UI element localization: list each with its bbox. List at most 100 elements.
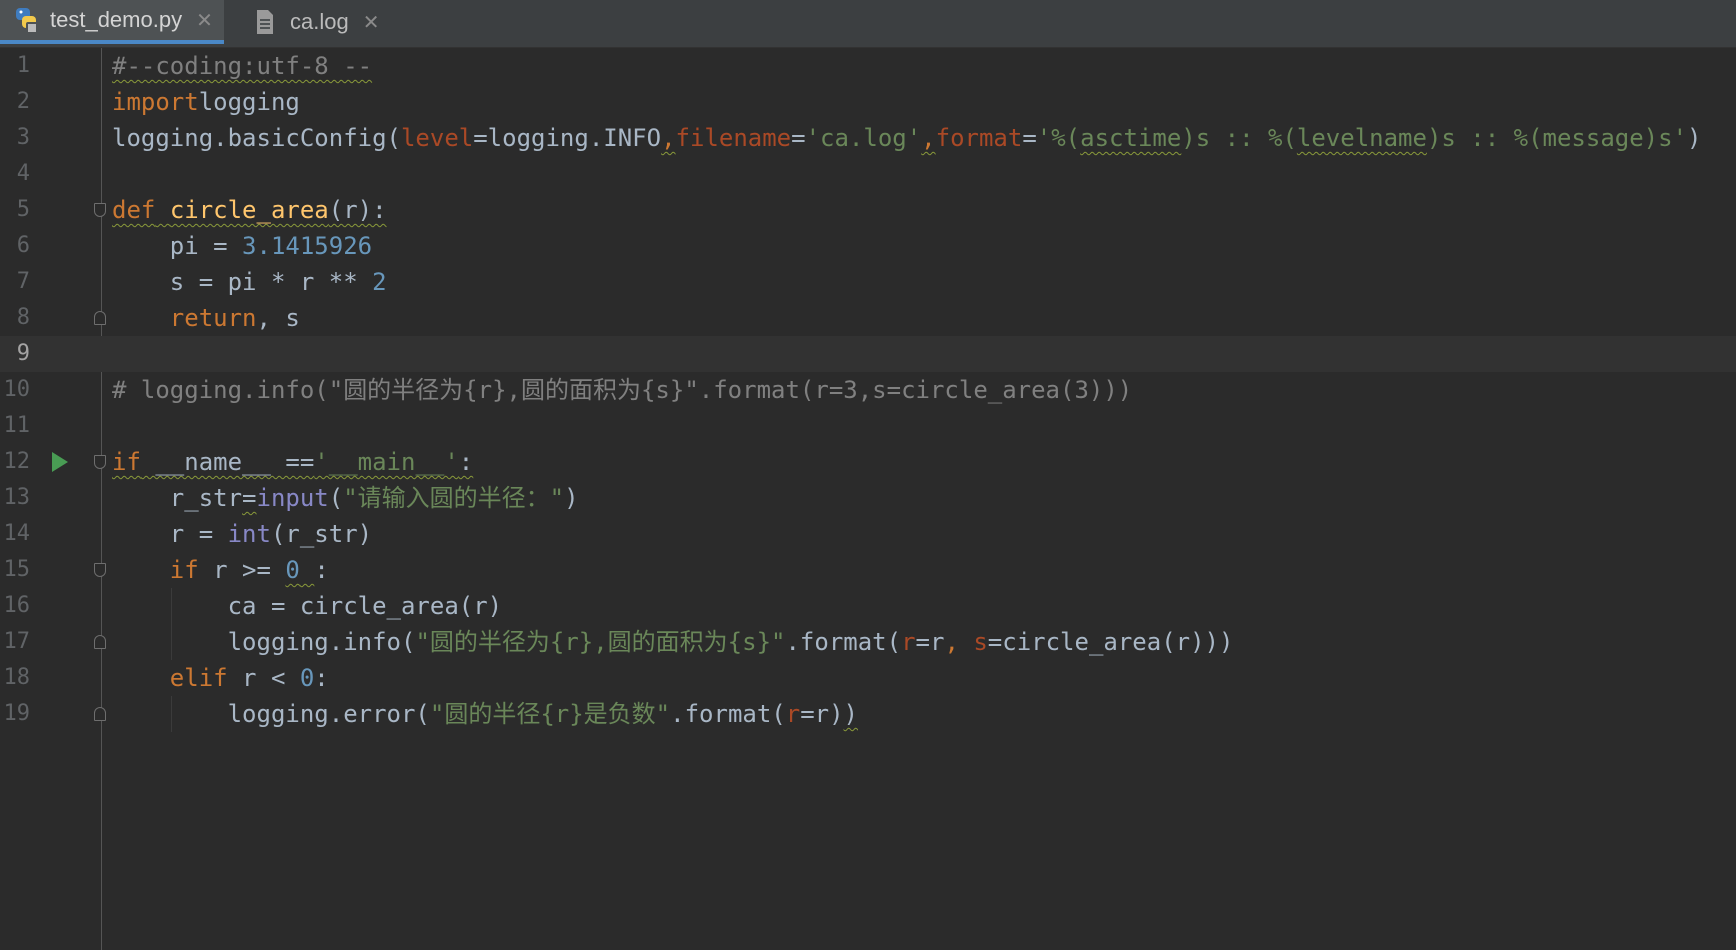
tab-ca-log[interactable]: ca.log ✕ <box>240 0 380 44</box>
line-number[interactable]: 15 <box>0 552 31 588</box>
code-token: 3.1415926 <box>242 232 373 260</box>
code-line[interactable]: 9 <box>0 336 1736 372</box>
code-token: ) <box>1687 124 1702 152</box>
code-line[interactable]: 6 pi = 3.1415926 <box>0 228 1736 264</box>
line-number[interactable]: 6 <box>0 228 30 264</box>
line-number[interactable]: 8 <box>0 300 30 336</box>
line-number[interactable]: 19 <box>0 696 31 732</box>
code-text: logging.basicConfig(level=logging.INFO,f… <box>112 120 1701 156</box>
code-token: level <box>400 124 474 152</box>
code-token: def <box>112 196 156 224</box>
code-token: __name__ == <box>140 448 315 476</box>
code-token: .format( <box>785 628 902 656</box>
code-line[interactable]: 13 r_str=input("请输入圆的半径：") <box>0 480 1736 516</box>
code-token: format <box>935 124 1023 152</box>
fold-marker-icon[interactable] <box>94 311 106 325</box>
code-token: import <box>112 88 199 116</box>
code-line[interactable]: 15 if r >= 0 : <box>0 552 1736 588</box>
fold-marker-icon[interactable] <box>94 707 106 721</box>
code-token: )s :: %(message)s' <box>1426 124 1688 152</box>
code-text: return, s <box>112 300 300 336</box>
code-text: # logging.info("圆的半径为{r},圆的面积为{s}".forma… <box>112 372 1132 408</box>
code-token: "请输入圆的半径：" <box>343 484 565 512</box>
code-token: r_str <box>112 484 243 512</box>
line-number[interactable]: 10 <box>0 372 31 408</box>
run-icon[interactable] <box>52 452 68 472</box>
code-token: logging.info( <box>112 628 416 656</box>
code-token: if <box>169 556 199 584</box>
code-editor[interactable]: 1 #--coding:utf-8 -- 2 importlogging 3 loggin… <box>0 48 1736 950</box>
code-token: 0 <box>285 556 300 584</box>
line-number[interactable]: 7 <box>0 264 30 300</box>
code-line[interactable]: 5 def circle_area(r): <box>0 192 1736 228</box>
code-line[interactable]: 12 if __name__ =='__main__': <box>0 444 1736 480</box>
code-token: r >= <box>198 556 286 584</box>
tab-label: ca.log <box>290 9 349 34</box>
line-number[interactable]: 5 <box>0 192 30 228</box>
code-line[interactable]: 18 elif r < 0: <box>0 660 1736 696</box>
close-icon[interactable]: ✕ <box>363 10 380 35</box>
code-line[interactable]: 10 # logging.info("圆的半径为{r},圆的面积为{s}".for… <box>0 372 1736 408</box>
code-token: #--coding:utf-8 -- <box>112 52 373 80</box>
code-token: "圆的半径{r}是负数" <box>429 700 671 728</box>
code-token: "圆的半径为{r},圆的面积为{s}" <box>415 628 786 656</box>
code-token: s = pi * r ** <box>112 268 373 296</box>
line-number[interactable]: 16 <box>0 588 31 624</box>
code-line[interactable]: 7 s = pi * r ** 2 <box>0 264 1736 300</box>
code-token: r <box>785 700 801 728</box>
code-token: r = <box>112 520 228 548</box>
fold-marker-icon[interactable] <box>94 563 106 577</box>
line-number[interactable]: 3 <box>0 120 30 156</box>
code-token: r < <box>227 664 300 692</box>
line-number[interactable]: 12 <box>0 444 31 480</box>
code-token: asctime <box>1080 124 1182 152</box>
code-line[interactable]: 16 ca = circle_area(r) <box>0 588 1736 624</box>
code-line[interactable]: 2 importlogging <box>0 84 1736 120</box>
code-line[interactable]: 11 <box>0 408 1736 444</box>
line-number[interactable]: 4 <box>0 156 30 192</box>
code-line[interactable]: 3 logging.basicConfig(level=logging.INFO,… <box>0 120 1736 156</box>
code-token: # logging.info("圆的半径为{r},圆的面积为{s}".forma… <box>112 376 1133 404</box>
code-token: ) <box>843 700 858 728</box>
fold-marker-icon[interactable] <box>94 455 106 469</box>
code-token: 2 <box>372 268 387 296</box>
code-token: .format( <box>670 700 786 728</box>
fold-marker-icon[interactable] <box>94 203 106 217</box>
tab-test-demo-py[interactable]: test_demo.py ✕ <box>0 0 224 44</box>
line-number[interactable]: 14 <box>0 516 31 552</box>
line-number[interactable]: 9 <box>0 336 30 372</box>
code-token: int <box>227 520 271 548</box>
code-token: logging.basicConfig( <box>112 124 401 152</box>
code-token: elif <box>169 664 228 692</box>
code-token: =r) <box>800 700 844 728</box>
line-number[interactable]: 18 <box>0 660 31 696</box>
line-number[interactable]: 1 <box>0 48 30 84</box>
line-number[interactable]: 11 <box>0 408 31 444</box>
code-token: '%( <box>1036 124 1081 152</box>
code-line[interactable]: 8 return, s <box>0 300 1736 336</box>
fold-marker-icon[interactable] <box>94 635 106 649</box>
line-number[interactable]: 17 <box>0 624 31 660</box>
code-token: , <box>661 124 676 152</box>
line-number[interactable]: 2 <box>0 84 30 120</box>
code-line[interactable]: 19 logging.error("圆的半径{r}是负数".format(r=r… <box>0 696 1736 732</box>
code-token: input <box>256 484 329 512</box>
code-line[interactable]: 4 <box>0 156 1736 192</box>
code-token: : <box>314 664 329 692</box>
close-icon[interactable]: ✕ <box>196 8 213 33</box>
python-file-icon <box>14 6 40 34</box>
code-token: pi = <box>112 232 243 260</box>
code-text: def circle_area(r): <box>112 192 387 228</box>
code-token: logging <box>198 88 300 116</box>
code-line[interactable]: 17 logging.info("圆的半径为{r},圆的面积为{s}".form… <box>0 624 1736 660</box>
code-text: if r >= 0 : <box>112 552 329 588</box>
code-text: s = pi * r ** 2 <box>112 264 387 300</box>
code-line[interactable]: 14 r = int(r_str) <box>0 516 1736 552</box>
code-token: levelname <box>1296 124 1427 152</box>
code-text: logging.info("圆的半径为{r},圆的面积为{s}".format(… <box>112 624 1234 660</box>
code-line[interactable]: 1 #--coding:utf-8 -- <box>0 48 1736 84</box>
line-number[interactable]: 13 <box>0 480 31 516</box>
code-token: s <box>973 628 988 656</box>
